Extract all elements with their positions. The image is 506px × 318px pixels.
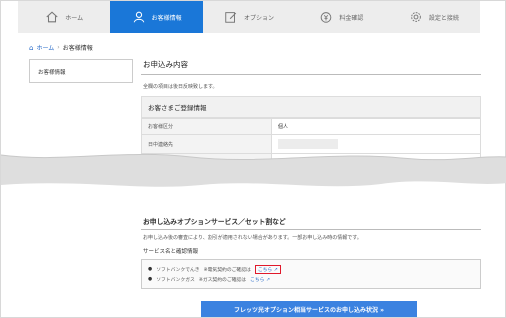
page: ホーム お客様情報 オプション 料金確認 設定と接続 ⌂ ホーム › お客様情報… [0,0,506,318]
breadcrumb-home[interactable]: ホーム [36,43,54,52]
home-small-icon: ⌂ [29,43,34,52]
list-item: ● ソフトバンクガス ※ガス契約のご確認は こちら ↗ [148,274,474,284]
nav-home-label: ホーム [65,14,84,22]
nav-options-label: オプション [244,14,275,22]
option-detail: ※ガス契約のご確認は [198,277,247,283]
nav-customer-info[interactable]: お客様情報 [110,1,203,33]
nav-billing-label: 料金確認 [339,14,364,22]
breadcrumb-current: お客様情報 [62,45,93,52]
flets-option-status-button[interactable]: フレッツ光オプション相当サービスのお申し込み状況 » [201,301,417,317]
breadcrumb-separator: › [57,44,60,51]
nav-options[interactable]: オプション [203,1,295,33]
link-text: こちら [257,267,273,273]
edit-icon [225,12,237,23]
nav-home[interactable]: ホーム [18,1,110,33]
home-icon [46,11,58,23]
options-section: お申し込みオプションサービス／セット割など お申し込み後の審査により、割引が適用… [141,213,481,317]
option-name: ソフトバンクでんき [156,267,200,273]
user-icon [133,11,144,23]
options-title: お申し込みオプションサービス／セット割など [141,213,481,230]
bullet-icon: ● [148,266,153,272]
nav-settings[interactable]: 設定と接続 [388,1,480,33]
page-title: お申込み内容 [141,55,481,75]
torn-divider [1,153,506,187]
external-link-icon: ↗ [265,277,270,283]
redacted-placeholder [278,139,338,149]
option-link-gas[interactable]: こちら ↗ [250,276,270,283]
update-note: 全欄の項目は後日反映致します。 [143,84,218,90]
breadcrumb: ⌂ ホーム › お客様情報 [29,43,93,53]
option-link-electric[interactable]: こちら ↗ [254,264,281,274]
nav-settings-label: 設定と接続 [428,14,459,22]
external-link-icon: ↗ [273,267,278,273]
nav-customer-info-label: お客様情報 [151,14,182,22]
option-name: ソフトバンクガス [156,277,195,283]
link-text: こちら [250,277,265,283]
options-list: ● ソフトバンクでんき ※電気契約のご確認は こちら ↗ ● ソフトバンクガス … [141,259,481,289]
nav-billing[interactable]: 料金確認 [295,1,387,33]
top-nav: ホーム お客様情報 オプション 料金確認 設定と接続 [18,1,480,33]
bullet-icon: ● [148,276,153,282]
row-value: 個人 [271,118,481,135]
options-note: お申し込み後の審査により、割引が適用されない場合があります。一部お申し込み時の情… [143,235,362,241]
service-subhead: サービス名と確認情報 [143,249,199,255]
option-detail: ※電気契約のご確認は [203,267,251,273]
yen-icon [321,12,332,23]
table-row: お客様区分 個人 [141,118,481,135]
gear-icon [410,12,421,22]
sidebar-item-customer-info[interactable]: お客様情報 [29,59,133,83]
list-item: ● ソフトバンクでんき ※電気契約のご確認は こちら ↗ [148,264,474,274]
registration-title: お客さまご登録情報 [141,96,481,118]
row-key: お客様区分 [141,118,272,135]
sidebar-item-label: お客様情報 [38,70,66,76]
